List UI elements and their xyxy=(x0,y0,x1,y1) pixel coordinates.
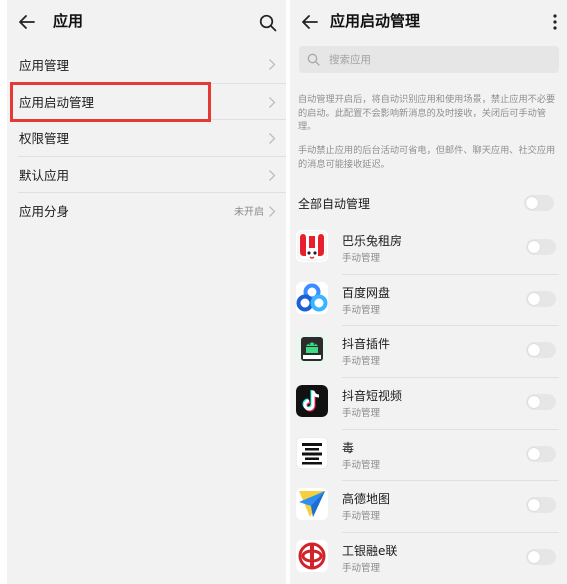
chevron-right-icon xyxy=(269,96,276,108)
app-status: 手动管理 xyxy=(342,511,381,523)
app-status: 手动管理 xyxy=(342,356,381,368)
menu-item-label: 权限管理 xyxy=(19,131,70,147)
menu-item-app-management[interactable]: 应用管理 xyxy=(7,46,286,83)
top-bar: 应用启动管理 xyxy=(290,0,567,44)
search-input[interactable]: 搜索应用 xyxy=(299,46,559,73)
baidu-netdisk-icon xyxy=(296,281,328,314)
chevron-right-icon xyxy=(269,169,276,181)
app-twin-status: 未开启 xyxy=(234,207,264,219)
app-row-du[interactable]: 毒 手动管理 xyxy=(290,428,567,481)
auto-management-description: 自动管理开启后，将自动识别应用和使用场景，禁止应用不必要的启动。此配置不会影响新… xyxy=(298,94,556,133)
menu-item-label: 应用启动管理 xyxy=(19,94,95,110)
manual-management-description: 手动禁止应用的后台活动可省电，但邮件、聊天应用、社交应用的消息可能接收延迟。 xyxy=(298,145,556,170)
app-row-douyin-plugin[interactable]: 抖音插件 手动管理 xyxy=(290,325,567,377)
page-title: 应用启动管理 xyxy=(330,12,421,30)
search-placeholder: 搜索应用 xyxy=(329,54,371,66)
chevron-right-icon xyxy=(269,133,276,144)
menu-item-permission-management[interactable]: 权限管理 xyxy=(18,119,286,156)
top-bar: 应用 xyxy=(7,0,286,44)
search-icon[interactable] xyxy=(259,14,277,32)
douyin-icon xyxy=(296,385,328,418)
menu-item-label: 默认应用 xyxy=(19,167,70,183)
more-options-icon[interactable] xyxy=(550,12,560,32)
app-toggle[interactable] xyxy=(526,497,556,514)
app-toggle[interactable] xyxy=(526,290,556,307)
app-row-icbc[interactable]: 工银融e联 手动管理 xyxy=(290,532,567,584)
chevron-right-icon xyxy=(269,206,276,217)
app-status: 手动管理 xyxy=(342,563,381,575)
app-toggle[interactable] xyxy=(526,239,556,255)
app-name: 高德地图 xyxy=(342,492,391,507)
app-list: 巴乐兔租房 手动管理 百度网盘 手动管理 抖音插件 手动管理 抖音短视频 手动管… xyxy=(290,222,567,584)
chevron-right-icon xyxy=(269,59,276,70)
app-toggle[interactable] xyxy=(526,394,556,411)
app-toggle[interactable] xyxy=(526,342,556,359)
search-icon xyxy=(307,53,320,66)
app-toggle[interactable] xyxy=(526,445,556,462)
menu-item-label: 应用分身 xyxy=(19,204,70,220)
app-status: 手动管理 xyxy=(342,408,381,420)
app-status: 手动管理 xyxy=(342,253,381,264)
douyin-plugin-icon xyxy=(296,333,328,366)
menu-item-default-apps[interactable]: 默认应用 xyxy=(18,155,286,193)
all-auto-management-toggle[interactable] xyxy=(524,195,554,211)
back-arrow-icon[interactable] xyxy=(17,12,37,32)
baletu-icon xyxy=(296,230,328,262)
du-icon xyxy=(296,436,328,469)
app-status: 手动管理 xyxy=(342,459,381,471)
app-name: 抖音插件 xyxy=(342,337,391,352)
app-launch-management-panel: 应用启动管理 搜索应用 自动管理开启后，将自动识别应用和使用场景，禁止应用不必要… xyxy=(290,0,567,584)
app-name: 毒 xyxy=(342,440,355,455)
menu-item-app-launch-management[interactable]: 应用启动管理 xyxy=(18,82,286,120)
app-row-amap[interactable]: 高德地图 手动管理 xyxy=(290,480,567,532)
menu-item-label: 应用管理 xyxy=(19,57,70,73)
all-auto-management-row: 全部自动管理 xyxy=(298,192,560,214)
page-title: 应用 xyxy=(53,12,84,30)
app-row-douyin[interactable]: 抖音短视频 手动管理 xyxy=(290,377,567,429)
app-name: 抖音短视频 xyxy=(342,389,403,404)
app-name: 巴乐兔租房 xyxy=(342,234,403,248)
app-row-baidu-netdisk[interactable]: 百度网盘 手动管理 xyxy=(290,273,567,326)
app-name: 百度网盘 xyxy=(342,285,391,300)
app-toggle[interactable] xyxy=(526,549,556,566)
amap-icon xyxy=(296,488,328,521)
back-arrow-icon[interactable] xyxy=(300,12,320,32)
all-auto-management-label: 全部自动管理 xyxy=(298,197,371,211)
app-status: 手动管理 xyxy=(342,304,381,316)
menu-item-app-twin[interactable]: 应用分身 未开启 xyxy=(18,192,286,229)
app-name: 工银融e联 xyxy=(342,544,398,559)
icbc-icon xyxy=(296,540,328,573)
app-settings-panel: 应用 应用管理 应用启动管理 权限管理 默认应用 应用分身 未开启 xyxy=(7,0,286,584)
settings-menu: 应用管理 应用启动管理 权限管理 默认应用 应用分身 未开启 xyxy=(7,46,286,229)
app-row-baletu[interactable]: 巴乐兔租房 手动管理 xyxy=(290,222,567,274)
